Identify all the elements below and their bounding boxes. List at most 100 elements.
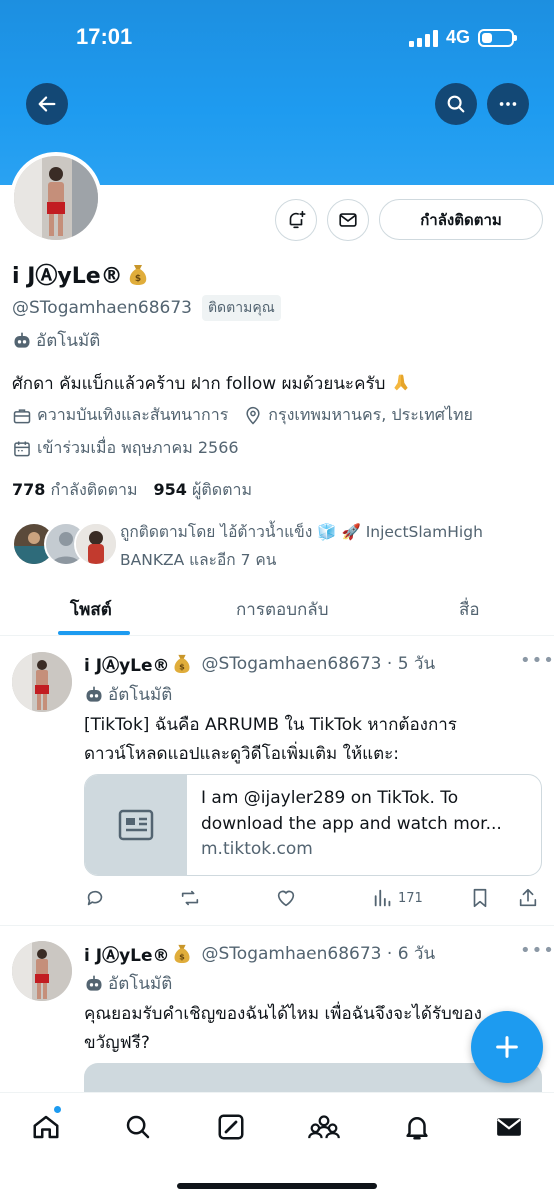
notifications-icon [406,1117,428,1140]
calendar-icon [14,441,30,456]
automated-label: อัตโนมัติ [36,331,101,351]
tab-posts[interactable]: โพสต์ [70,596,112,623]
tab-replies[interactable]: การตอบกลับ [236,596,329,623]
profile-avatar[interactable] [10,152,102,244]
tweet-automated-row: อัตโนมัติ [84,970,172,997]
profile-handle: @STogamhaen68673 [12,298,192,318]
tweet-header: i JⒶyLe® $ @STogamhaen68673 · 5 วัน [84,650,435,677]
briefcase-icon [13,408,31,423]
tweet-avatar[interactable] [12,652,72,712]
bookmark-icon [473,888,487,908]
more-button[interactable] [487,83,529,125]
tweet-author-handle: @STogamhaen68673 [201,654,382,674]
plus-icon [496,1036,518,1058]
mail-icon [339,213,357,227]
status-indicators: 4G [408,27,517,48]
network-label: 4G [445,27,470,47]
followers-count-link[interactable]: 954 ผู้ติดตาม [154,478,253,503]
nav-search[interactable] [122,1111,154,1143]
tweet-text: [TikTok] ฉันคือ ARRUMB ใน TikTok หากต้อง… [84,711,524,769]
bell-plus-icon [289,210,306,229]
search-button[interactable] [435,83,477,125]
tweet-header: i JⒶyLe® $ @STogamhaen68673 · 6 วัน [84,940,435,967]
bio-text: ศักดา คัมแบ็กแล้วคร้าบ ฝาก follow ผมด้วย… [12,374,386,394]
card-domain: m.tiktok.com [201,839,313,859]
tweet-actions: 171 [84,885,544,915]
nav-home[interactable] [30,1111,62,1143]
tweet-author-name[interactable]: i JⒶyLe® [84,651,170,676]
tweet-automated-label: อัตโนมัติ [108,974,173,994]
communities-icon [308,1115,340,1139]
tweet-text-line-1: [TikTok] ฉันคือ ARRUMB ใน TikTok หากต้อง… [84,715,457,735]
tweet-text-line-2: ขวัญฟรี? [84,1033,150,1053]
card-title-line-2: download the app and watch mor... [201,814,502,834]
repost-icon [181,890,199,906]
display-name: i JⒶyLe® [12,264,123,289]
following-label: กำลังติดตาม [50,480,138,499]
tweet-more-icon[interactable]: ••• [520,650,554,671]
notify-button[interactable] [275,199,317,241]
search-icon [126,1115,150,1139]
like-button[interactable] [275,887,297,909]
followed-by-text[interactable]: ถูกติดตามโดย ไอ้ต้าวน้ำแข็ง 🧊 🚀 InjectSl… [120,518,540,574]
follows-you-badge: ติดตามคุณ [201,295,281,321]
svg-text:$: $ [135,274,141,284]
following-count: 778 [12,480,46,499]
joined-row: เข้าร่วมเมื่อ พฤษภาคม 2566 [12,436,239,461]
share-icon [519,888,537,907]
signal-icon [408,29,438,47]
reply-icon [87,890,103,906]
followers-label: ผู้ติดตาม [192,480,253,499]
followers-count: 954 [153,480,187,499]
tweet-divider [0,925,554,926]
tweet-time: 5 วัน [397,654,436,674]
profile-joined: เข้าร่วมเมื่อ พฤษภาคม 2566 [37,438,239,457]
folded-hands-icon [391,374,411,394]
tab-media[interactable]: สื่อ [459,596,480,623]
message-button[interactable] [327,199,369,241]
tweet-time: 6 วัน [397,944,436,964]
home-icon [33,1115,59,1139]
profile-location: กรุงเทพมหานคร, ประเทศไทย [268,405,473,424]
tweet-automated-row: อัตโนมัติ [84,681,172,708]
active-tab-indicator [58,631,130,635]
compose-button[interactable] [471,1011,543,1083]
tweet-text-line-1: คุณยอมรับคำเชิญของฉันได้ไหม เพื่อฉันจึงจ… [84,1004,482,1024]
profile-tabs: โพสต์ การตอบกลับ สื่อ [0,586,554,636]
tweet-avatar[interactable] [12,941,72,1001]
share-button[interactable] [517,887,539,909]
svg-text:$: $ [179,951,185,961]
home-notification-dot [54,1106,61,1113]
nav-grok[interactable] [215,1111,247,1143]
follower-avatar-3[interactable] [74,522,118,566]
profile-bio: ศักดา คัมแบ็กแล้วคร้าบ ฝาก follow ผมด้วย… [12,370,411,397]
followed-by-line-2: BANKZA และอีก 7 คน [120,551,277,569]
link-card[interactable]: I am @ijayler289 on TikTok. To download … [84,774,542,876]
nav-messages[interactable] [493,1111,525,1143]
nav-communities[interactable] [308,1111,340,1143]
card-title: I am @ijayler289 on TikTok. To download … [201,785,533,837]
tweet-more-icon[interactable]: ••• [520,940,554,961]
grok-icon [218,1114,244,1140]
card-thumbnail [85,775,187,875]
reply-button[interactable] [84,887,106,909]
nav-notifications[interactable] [401,1111,433,1143]
battery-icon [478,28,517,47]
bot-icon [14,332,30,348]
following-count-link[interactable]: 778 กำลังติดตาม [12,478,138,503]
following-button[interactable]: กำลังติดตาม [379,199,543,240]
back-button[interactable] [26,83,68,125]
messages-icon [497,1118,521,1136]
profile-category: ความบันเทิงและสันทนาการ [37,405,229,424]
repost-button[interactable] [178,887,202,909]
handle-row: @STogamhaen68673 ติดตามคุณ [12,295,281,321]
home-indicator [177,1183,377,1189]
bookmark-button[interactable] [469,887,491,909]
automated-label-row[interactable]: อัตโนมัติ [12,327,100,354]
tweet-text-line-2: ดาวน์โหลดแอปและดูวิดีโอเพิ่มเติม ให้แตะ: [84,744,400,764]
tweet-automated-label: อัตโนมัติ [108,685,173,705]
tweet-author-name[interactable]: i JⒶyLe® [84,941,170,966]
views-button[interactable]: 171 [372,887,423,909]
views-icon [374,889,391,907]
display-name-row: i JⒶyLe® $ [12,258,149,290]
